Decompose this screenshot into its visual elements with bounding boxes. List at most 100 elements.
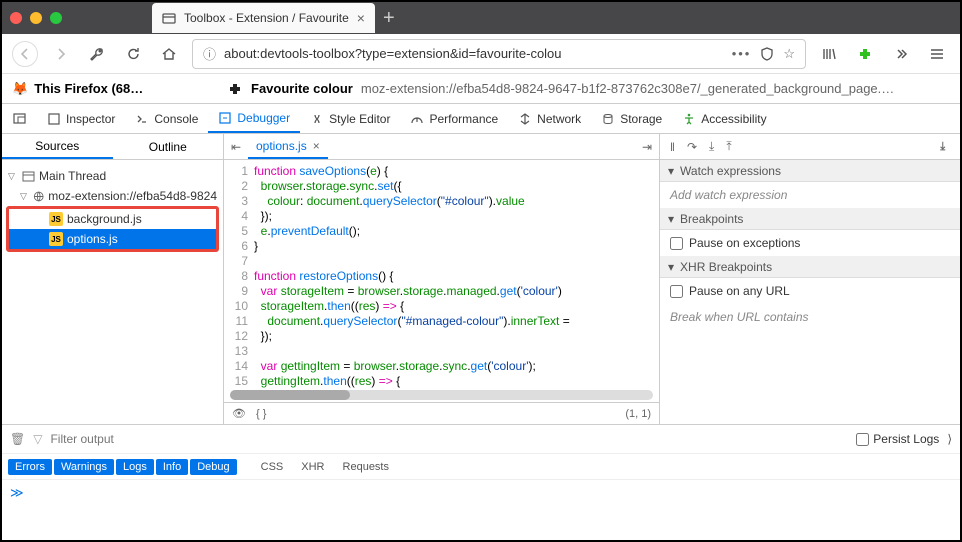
pause-on-any-url-checkbox[interactable] (670, 285, 683, 298)
filter-funnel-icon: ▽ (33, 432, 42, 446)
window-titlebar: Toolbox - Extension / Favourite × + (2, 2, 960, 34)
cat-xhr[interactable]: XHR (293, 459, 332, 475)
cat-info[interactable]: Info (156, 459, 188, 475)
persist-logs[interactable]: Persist Logs (856, 432, 939, 446)
overflow-icon[interactable] (888, 41, 914, 67)
cat-logs[interactable]: Logs (116, 459, 154, 475)
tab-inspector[interactable]: Inspector (37, 104, 125, 133)
cat-warnings[interactable]: Warnings (54, 459, 114, 475)
iframe-picker-icon[interactable] (2, 104, 37, 133)
library-icon[interactable] (816, 41, 842, 67)
filter-output-input[interactable] (50, 432, 848, 446)
pause-on-exceptions[interactable]: Pause on exceptions (660, 230, 960, 256)
identity-bar: 🦊 This Firefox (68… Favourite colour moz… (2, 74, 960, 104)
scrollbar-thumb[interactable] (230, 390, 350, 400)
cat-debug[interactable]: Debug (190, 459, 236, 475)
scopes-icon[interactable]: { } (256, 408, 266, 420)
pause-icon[interactable]: ‖ (670, 140, 675, 154)
split-console: 🗑 ▽ Persist Logs ⟩ Errors Warnings Logs … (2, 424, 960, 505)
pause-on-any-url[interactable]: Pause on any URL (660, 278, 960, 304)
debug-target-left[interactable]: 🦊 This Firefox (68… (2, 81, 217, 97)
file-tab-options[interactable]: options.js × (248, 134, 328, 159)
close-window-icon[interactable] (10, 12, 22, 24)
forward-button[interactable] (48, 41, 74, 67)
extension-url: moz-extension://efba54d8-9824-9647-b1f2-… (361, 81, 894, 96)
console-input[interactable]: ≫ (2, 479, 960, 505)
xhr-url-input[interactable]: Break when URL contains (660, 304, 960, 330)
line-gutter: 123456789101112131415161718 (224, 160, 254, 388)
menu-icon[interactable] (924, 41, 950, 67)
star-icon[interactable]: ☆ (783, 46, 795, 62)
expand-panes-icon[interactable]: ⇥ (936, 141, 950, 151)
tab-style-editor[interactable]: Style Editor (300, 104, 400, 133)
code-body: function saveOptions(e) { browser.storag… (254, 160, 659, 388)
tree-file-options[interactable]: JS options.js (9, 229, 216, 249)
tab-debugger[interactable]: Debugger (208, 104, 300, 133)
editor-pane: ⇤ options.js × ⇥ 12345678910111213141516… (224, 134, 660, 424)
tab-storage[interactable]: Storage (591, 104, 672, 133)
reload-button[interactable] (120, 41, 146, 67)
tab-network[interactable]: Network (508, 104, 591, 133)
traffic-lights (10, 12, 62, 24)
editor-file-tabs: ⇤ options.js × ⇥ (224, 134, 659, 160)
cat-errors[interactable]: Errors (8, 459, 52, 475)
devtools-tabs: Inspector Console Debugger Style Editor … (2, 104, 960, 134)
js-file-icon: JS (49, 232, 63, 246)
sources-tree: ▽ Main Thread ▽ moz-extension://efba54d8… (2, 160, 223, 258)
minimize-window-icon[interactable] (30, 12, 42, 24)
toggle-sources-icon[interactable]: ⇤ (224, 140, 248, 154)
outline-tab[interactable]: Outline (113, 134, 224, 159)
debugger-right-pane: ‖ ↷ ⤓ ⤒ ⇥ ▾Watch expressions Add watch e… (660, 134, 960, 424)
cat-requests[interactable]: Requests (335, 459, 397, 475)
xhr-breakpoints-header[interactable]: ▾XHR Breakpoints (660, 256, 960, 278)
tab-title: Toolbox - Extension / Favourite (184, 11, 349, 25)
debugger-controls: ‖ ↷ ⤓ ⤒ ⇥ (660, 134, 960, 160)
debug-target-label: This Firefox (68… (34, 81, 143, 96)
persist-logs-checkbox[interactable] (856, 433, 869, 446)
shield-icon[interactable] (759, 46, 775, 62)
home-button[interactable] (156, 41, 182, 67)
highlighted-region: JS background.js JS options.js (6, 206, 219, 252)
sources-tab[interactable]: Sources (2, 134, 113, 159)
tree-main-thread[interactable]: ▽ Main Thread (2, 166, 223, 186)
maximize-window-icon[interactable] (50, 12, 62, 24)
step-in-icon[interactable]: ⤓ (709, 139, 714, 154)
extension-name: Favourite colour (251, 81, 353, 96)
trash-icon[interactable]: 🗑 (10, 432, 25, 446)
back-button[interactable] (12, 41, 38, 67)
globe-icon (33, 190, 44, 203)
code-editor[interactable]: 123456789101112131415161718 function sav… (224, 160, 659, 388)
console-toolbar: 🗑 ▽ Persist Logs ⟩ (2, 425, 960, 453)
meatball-icon[interactable]: ••• (732, 46, 752, 61)
tree-file-background[interactable]: JS background.js (9, 209, 216, 229)
js-file-icon: JS (49, 212, 63, 226)
url-bar[interactable]: ⓘ about:devtools-toolbox?type=extension&… (192, 39, 806, 69)
close-split-console-icon[interactable]: ⟩ (947, 432, 952, 446)
devtools-button[interactable] (84, 41, 110, 67)
cat-css[interactable]: CSS (253, 459, 292, 475)
breakpoints-header[interactable]: ▾Breakpoints (660, 208, 960, 230)
step-over-icon[interactable]: ↷ (687, 140, 697, 154)
tree-extension-folder[interactable]: ▽ moz-extension://efba54d8-9824 (2, 186, 223, 206)
watch-eye-icon[interactable]: 👁 (232, 407, 246, 420)
tab-console[interactable]: Console (125, 104, 208, 133)
sources-pane: Sources Outline ▽ Main Thread ▽ moz-exte… (2, 134, 224, 424)
tab-close-icon[interactable]: × (357, 10, 365, 26)
browser-tab[interactable]: Toolbox - Extension / Favourite × (152, 3, 375, 33)
new-tab-button[interactable]: + (383, 7, 395, 30)
info-icon[interactable]: ⓘ (203, 44, 216, 63)
step-out-icon[interactable]: ⤒ (726, 139, 731, 154)
tab-accessibility[interactable]: Accessibility (672, 104, 776, 133)
console-categories: Errors Warnings Logs Info Debug CSS XHR … (2, 453, 960, 479)
editor-h-scrollbar[interactable] (230, 390, 653, 400)
toggle-right-pane-icon[interactable]: ⇥ (635, 140, 659, 154)
add-watch-expression[interactable]: Add watch expression (660, 182, 960, 208)
browser-navbar: ⓘ about:devtools-toolbox?type=extension&… (2, 34, 960, 74)
extensions-icon[interactable] (852, 41, 878, 67)
watch-expressions-header[interactable]: ▾Watch expressions (660, 160, 960, 182)
tab-performance[interactable]: Performance (400, 104, 508, 133)
close-file-icon[interactable]: × (313, 139, 320, 153)
pause-on-exceptions-checkbox[interactable] (670, 237, 683, 250)
tab-favicon-icon (162, 11, 176, 25)
editor-footer: 👁 { } (1, 1) (224, 402, 659, 424)
